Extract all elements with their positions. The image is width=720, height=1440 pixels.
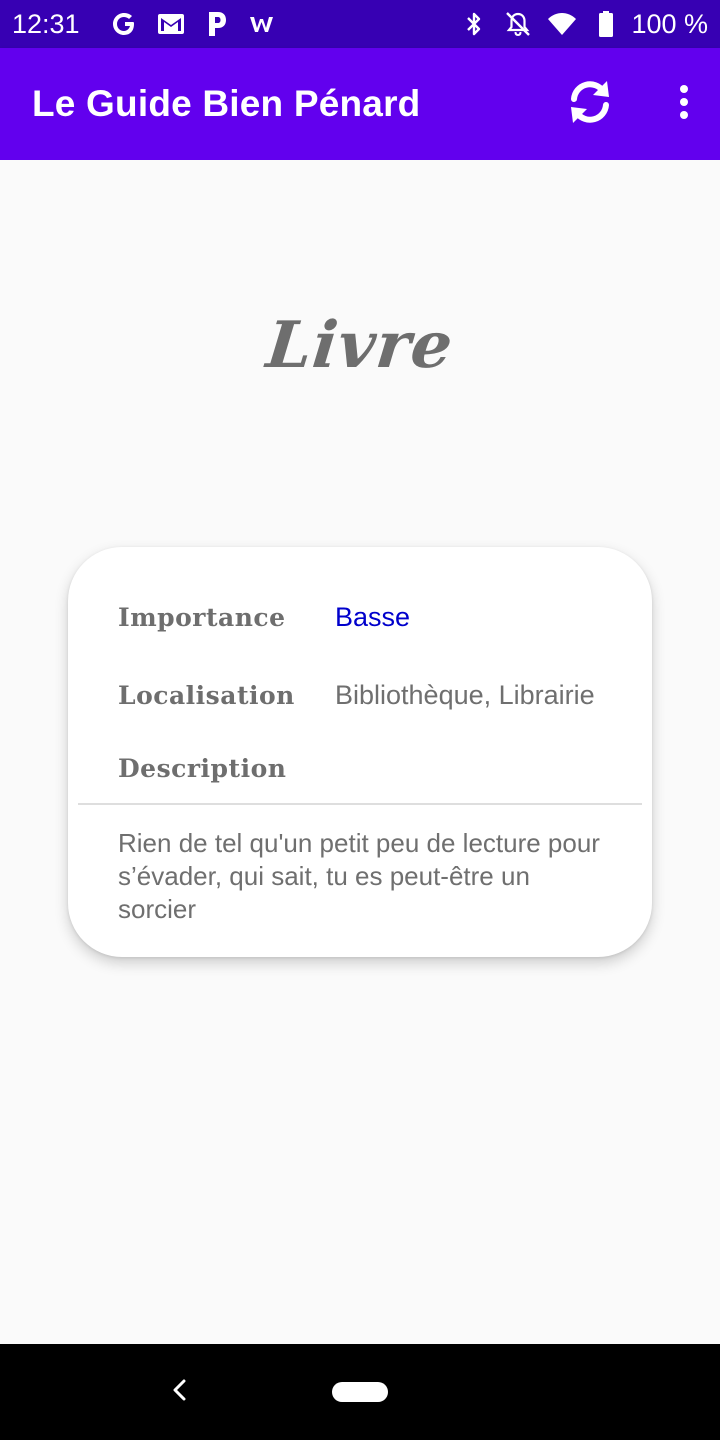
back-icon (170, 1378, 190, 1407)
description-label: Description (118, 754, 287, 783)
localisation-label: Localisation (118, 681, 295, 710)
battery-level: 100 % (631, 8, 708, 39)
app-bar-actions (562, 76, 688, 132)
navigation-bar (0, 1344, 720, 1440)
gmail-icon (156, 9, 186, 39)
overflow-menu-button[interactable] (672, 76, 696, 132)
category-title: Livre (263, 308, 457, 383)
refresh-icon (565, 77, 615, 132)
localisation-value: Bibliothèque, Librairie (335, 680, 595, 710)
p-app-icon (202, 9, 232, 39)
app-title: Le Guide Bien Pénard (32, 83, 421, 124)
status-time: 12:31 (12, 8, 80, 39)
refresh-button[interactable] (562, 76, 618, 132)
notifications-off-icon (503, 9, 533, 39)
overflow-menu-icon (678, 84, 690, 125)
card-divider (78, 803, 642, 805)
back-button[interactable] (164, 1376, 196, 1408)
app-bar: Le Guide Bien Pénard (0, 48, 720, 160)
w-app-icon (248, 9, 278, 39)
notification-icons (110, 9, 278, 39)
status-right-icons: 100 % (459, 9, 708, 40)
google-g-icon (110, 9, 140, 39)
content-area: Livre Importance Basse Localisation Bibl… (0, 160, 720, 1344)
wifi-icon (547, 9, 577, 39)
description-text: Rien de tel qu'un petit peu de lecture p… (118, 828, 600, 924)
battery-icon (591, 9, 621, 39)
home-pill[interactable] (332, 1382, 388, 1402)
status-bar: 12:31 100 % (0, 0, 720, 48)
detail-card: Importance Basse Localisation Bibliothèq… (68, 547, 652, 957)
importance-label: Importance (118, 603, 286, 632)
bluetooth-icon (459, 9, 489, 39)
importance-value: Basse (335, 602, 411, 632)
